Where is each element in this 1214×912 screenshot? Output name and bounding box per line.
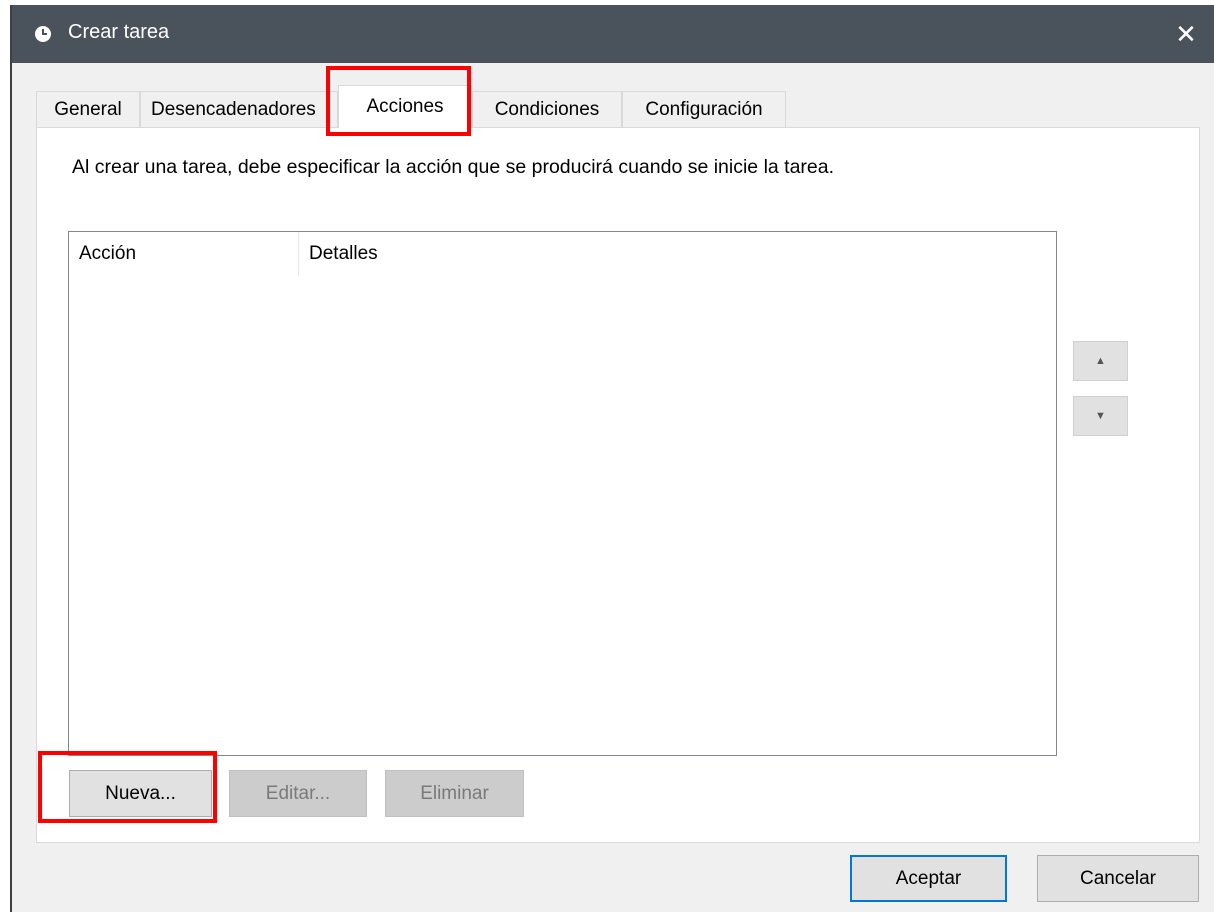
edit-action-button[interactable]: Editar... [229,770,367,817]
actions-list[interactable]: Acción Detalles [68,231,1057,756]
column-header-details[interactable]: Detalles [299,232,599,276]
actions-panel: Al crear una tarea, debe especificar la … [36,127,1200,843]
close-button[interactable]: ✕ [1158,5,1214,63]
clock-icon [35,26,51,42]
cancel-button[interactable]: Cancelar [1037,855,1199,902]
column-header-action[interactable]: Acción [69,232,298,276]
new-action-button[interactable]: Nueva... [69,770,212,817]
arrow-up-icon: ▲ [1095,355,1106,367]
ok-button[interactable]: Aceptar [850,855,1007,902]
arrow-down-icon: ▼ [1095,410,1106,422]
tab-general[interactable]: General [36,91,140,127]
move-down-button[interactable]: ▼ [1073,396,1128,436]
tab-settings[interactable]: Configuración [622,91,786,127]
actions-description: Al crear una tarea, debe especificar la … [72,156,835,178]
window-title: Crear tarea [68,21,170,43]
tab-conditions[interactable]: Condiciones [472,91,622,127]
title-bar: Crear tarea ✕ [12,5,1214,63]
create-task-dialog: Crear tarea ✕ General Desencadenadores A… [10,5,1214,912]
tab-actions[interactable]: Acciones [338,85,472,128]
delete-action-button[interactable]: Eliminar [385,770,524,817]
move-up-button[interactable]: ▲ [1073,341,1128,381]
tab-triggers[interactable]: Desencadenadores [140,91,338,127]
